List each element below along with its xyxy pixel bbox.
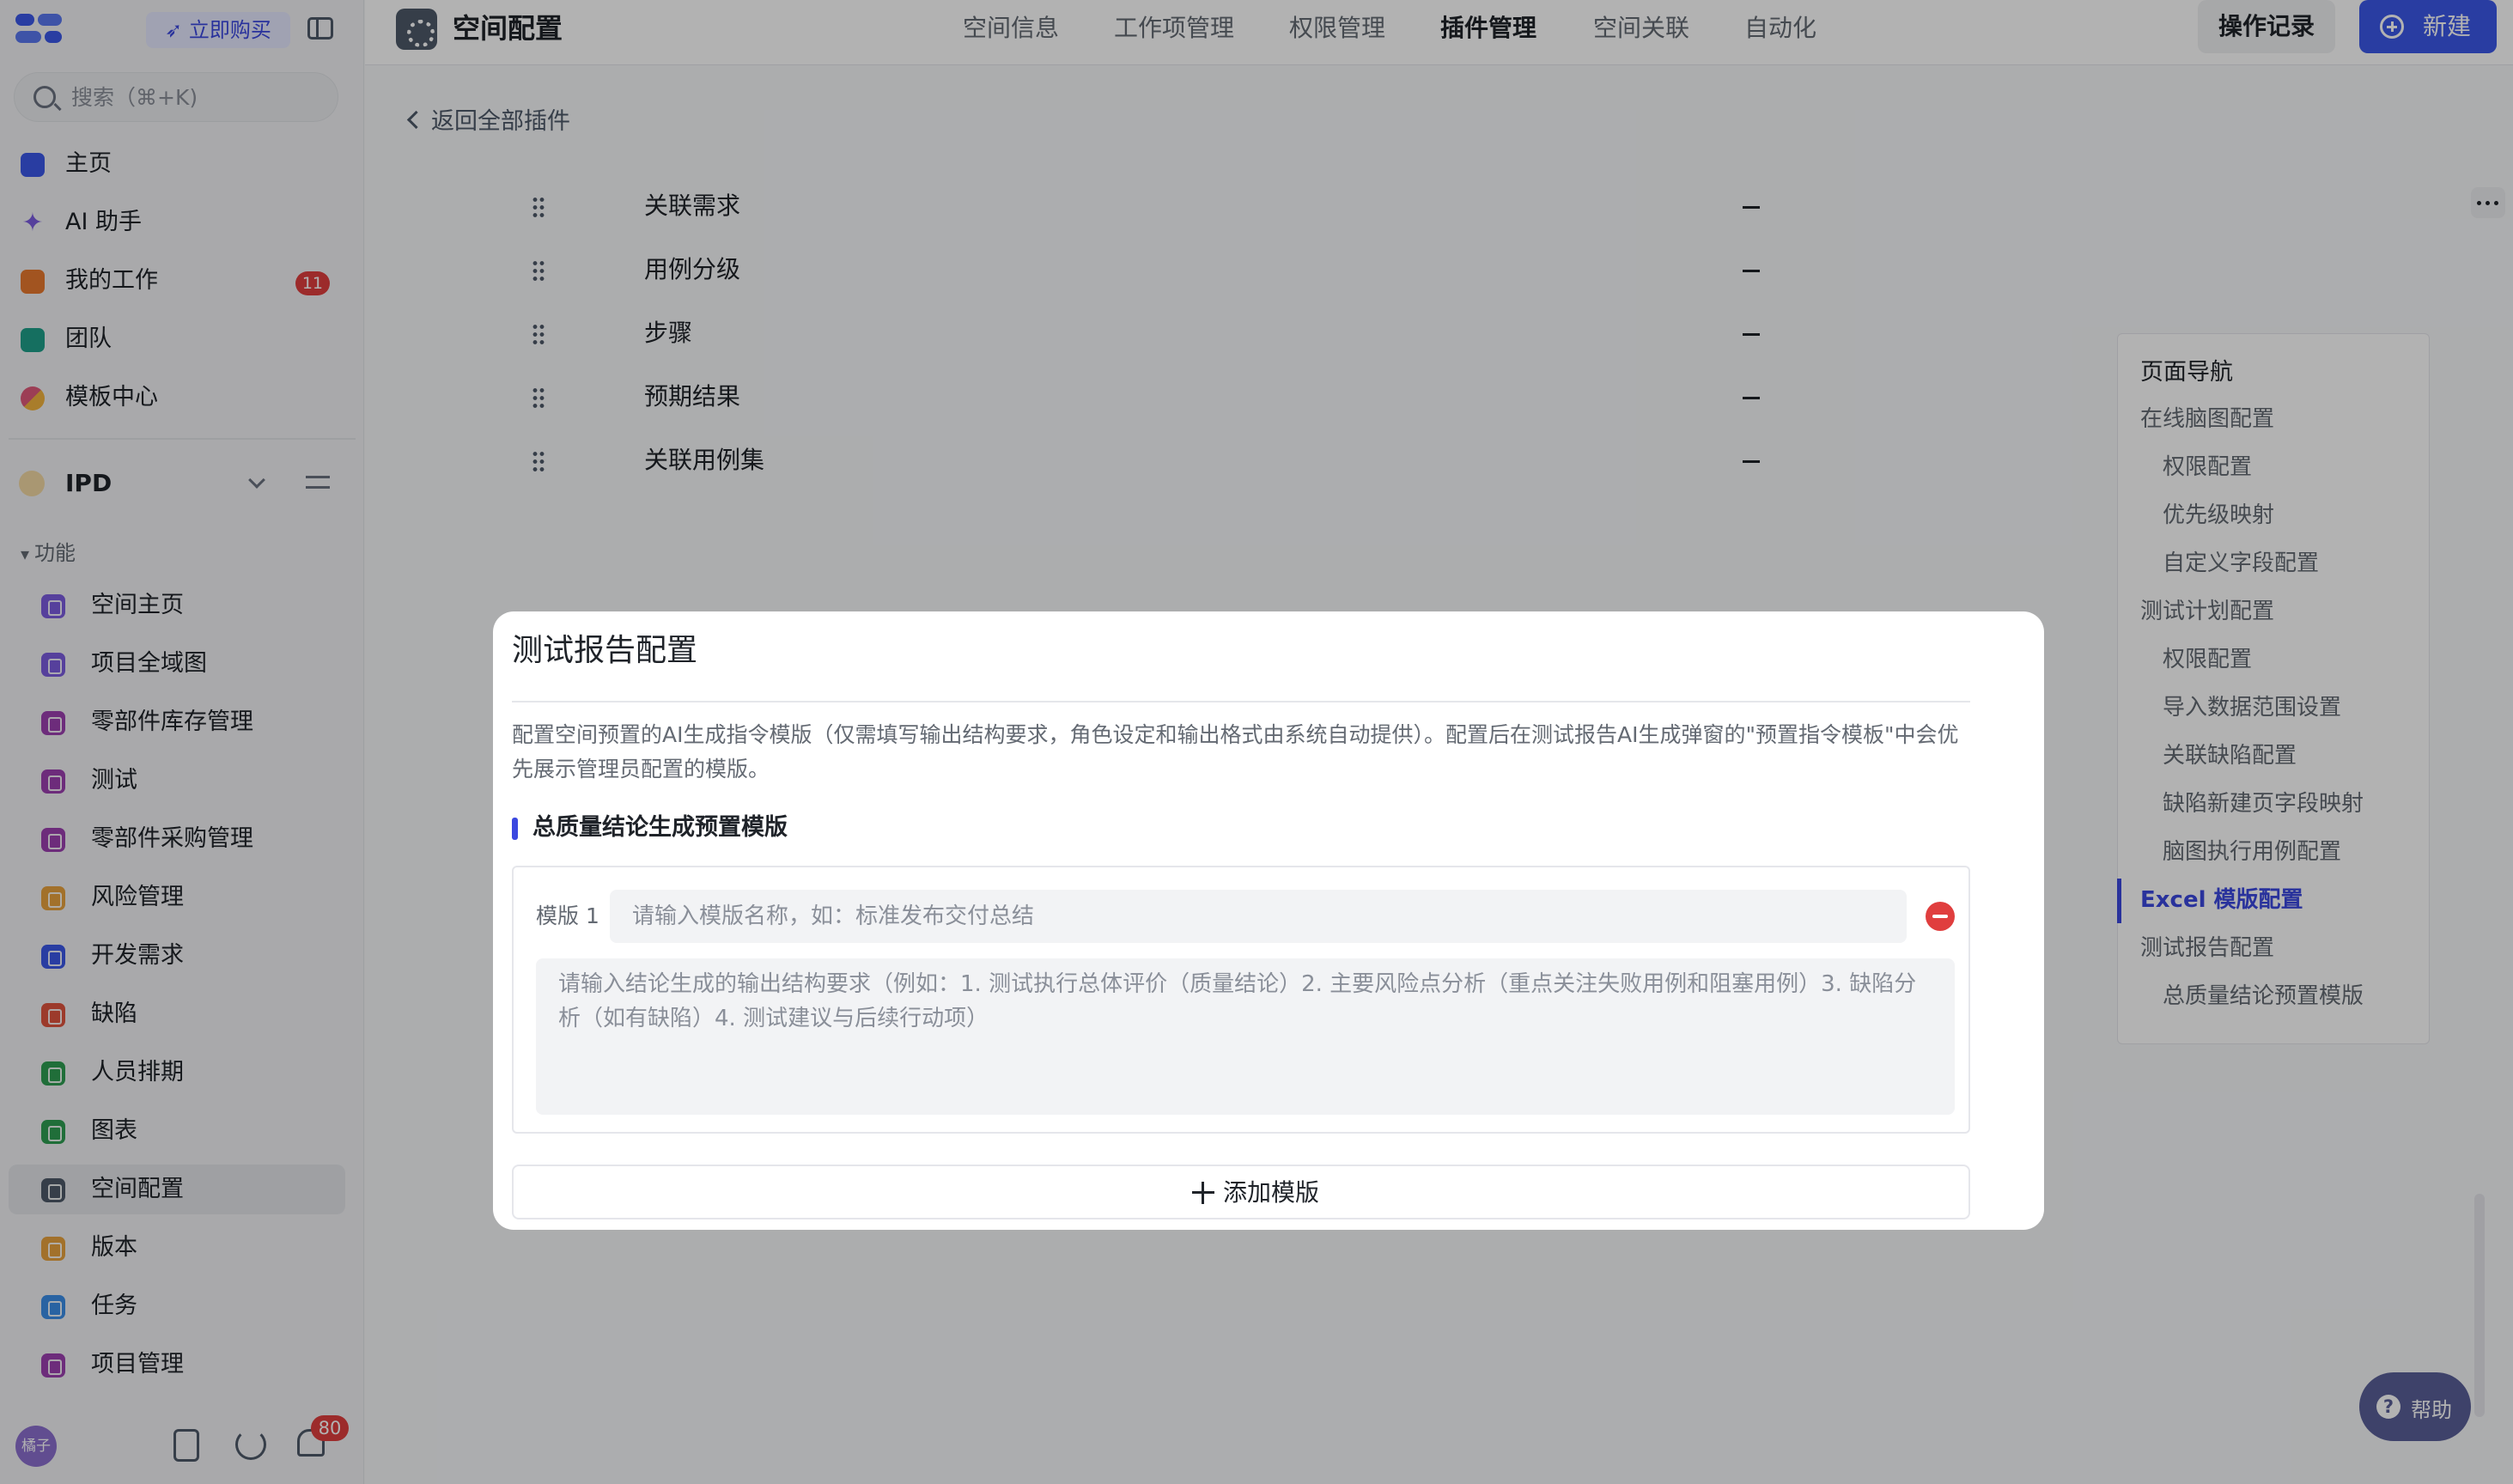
dialog-title: 测试报告配置 [512,633,698,668]
template-card: 模版 1 [512,866,1970,1134]
test-report-config-dialog: 测试报告配置 配置空间预置的AI生成指令模版（仅需填写输出结构要求，角色设定和输… [493,611,2044,1230]
dialog-description: 配置空间预置的AI生成指令模版（仅需填写输出结构要求，角色设定和输出格式由系统自… [512,722,1959,782]
section-title: 总质量结论生成预置模版 [512,812,788,843]
add-template-button[interactable]: 添加模版 [512,1165,1970,1219]
dialog-divider [512,701,1970,702]
template-label: 模版 1 [536,903,599,928]
template-body-textarea[interactable] [536,958,1955,1115]
plus-icon [1192,1182,1214,1204]
template-name-input[interactable] [610,890,1907,943]
add-template-label: 添加模版 [1223,1178,1320,1207]
remove-circle-icon[interactable] [1926,902,1955,931]
